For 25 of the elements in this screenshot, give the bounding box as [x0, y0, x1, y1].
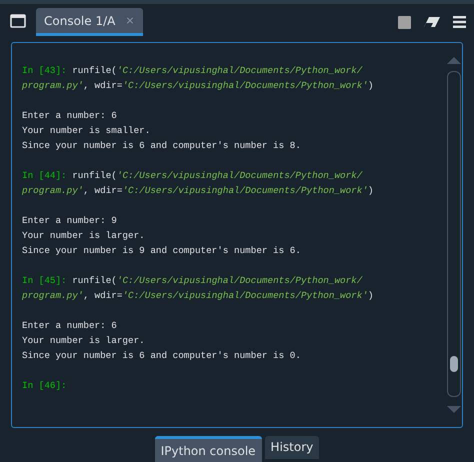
eraser-icon[interactable]	[423, 16, 441, 28]
output-line: Enter a number: 6	[22, 319, 118, 333]
output-line: Since your number is 6 and computer's number is 8.	[22, 139, 302, 153]
pane-tab[interactable]: IPython console	[154, 436, 262, 462]
output-line: Enter a number: 6	[22, 109, 118, 123]
input-line: In [45]: runfile('C:/Users/vipusinghal/Documents/Python_work/	[22, 274, 364, 288]
input-line: In [44]: runfile('C:/Users/vipusinghal/Documents/Python_work/	[22, 169, 364, 183]
stop-icon[interactable]	[398, 16, 411, 28]
input-line: program.py', wdir='C:/Users/vipusinghal/Documents/Python_work')	[22, 79, 375, 93]
console-tab[interactable]: Console 1/A ×	[36, 8, 143, 36]
pane-tab[interactable]: History	[264, 436, 320, 459]
scrollbar-thumb[interactable]	[450, 356, 458, 372]
output-line: Your number is smaller.	[22, 124, 152, 138]
output-line: Your number is larger.	[22, 334, 146, 348]
input-line: In [43]: runfile('C:/Users/vipusinghal/Documents/Python_work/	[22, 64, 364, 78]
output-line: Enter a number: 9	[22, 214, 118, 228]
output-line: Since your number is 9 and computer's number is 6.	[22, 244, 302, 258]
scrollbar[interactable]	[447, 71, 461, 397]
output-line: Your number is larger.	[22, 229, 146, 243]
output-line: Since your number is 6 and computer's number is 0.	[22, 349, 302, 363]
input-line: program.py', wdir='C:/Users/vipusinghal/Documents/Python_work')	[22, 184, 375, 198]
input-line: program.py', wdir='C:/Users/vipusinghal/Documents/Python_work')	[22, 289, 375, 303]
input-line: In [46]:	[22, 379, 68, 393]
menu-icon[interactable]	[453, 16, 466, 28]
window-icon[interactable]	[10, 14, 26, 28]
